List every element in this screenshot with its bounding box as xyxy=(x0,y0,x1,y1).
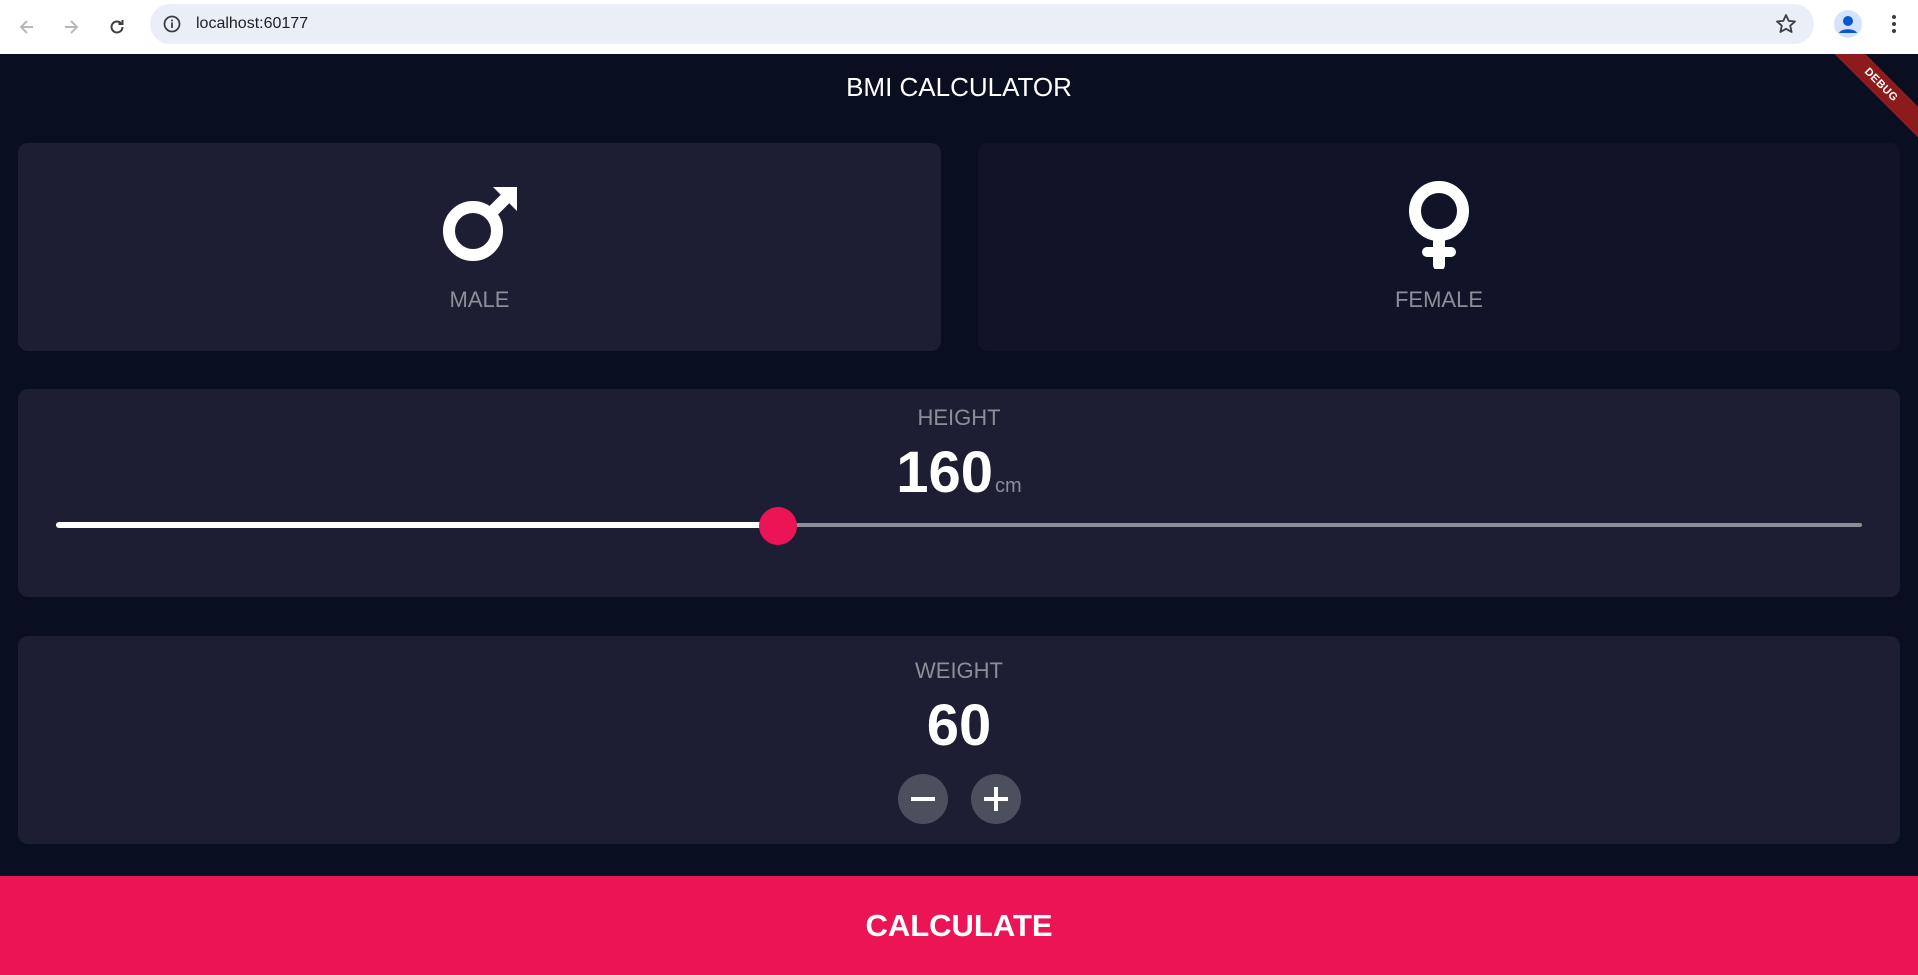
profile-icon[interactable] xyxy=(1834,10,1862,38)
female-symbol-icon xyxy=(1409,181,1469,269)
browser-toolbar: localhost:60177 xyxy=(0,0,1918,54)
female-card[interactable]: FEMALE xyxy=(978,143,1900,351)
minus-icon xyxy=(911,797,935,801)
kebab-menu-icon[interactable] xyxy=(1882,12,1906,36)
weight-value: 60 xyxy=(926,693,992,758)
height-label: HEIGHT xyxy=(917,405,1001,430)
weight-value-row: 60 xyxy=(18,692,1900,759)
slider-thumb[interactable] xyxy=(759,507,798,545)
male-symbol-icon xyxy=(442,187,517,261)
weight-label: WEIGHT xyxy=(915,658,1003,683)
address-bar[interactable]: localhost:60177 xyxy=(150,4,1814,44)
male-card[interactable]: MALE xyxy=(18,143,941,351)
arrow-left-icon xyxy=(19,20,33,34)
plus-icon xyxy=(984,787,1008,811)
app-title: BMI CALCULATOR xyxy=(846,72,1072,102)
height-unit: cm xyxy=(995,475,1022,497)
male-label: MALE xyxy=(449,287,510,312)
forward-button[interactable] xyxy=(56,12,86,42)
height-slider[interactable] xyxy=(56,507,1862,545)
height-value-row: 160 cm xyxy=(18,439,1900,506)
back-button[interactable] xyxy=(12,12,42,42)
reload-button[interactable] xyxy=(102,12,132,42)
weight-plus-button[interactable] xyxy=(971,774,1021,824)
height-value: 160 xyxy=(896,440,994,505)
star-icon[interactable] xyxy=(1774,12,1798,36)
height-card: HEIGHT 160 cm xyxy=(18,389,1900,597)
weight-minus-button[interactable] xyxy=(898,774,948,824)
arrow-right-icon xyxy=(65,20,79,34)
reload-icon xyxy=(110,20,124,34)
info-icon[interactable] xyxy=(162,14,182,34)
url-text[interactable]: localhost:60177 xyxy=(196,15,308,33)
bmi-app: BMI CALCULATOR DEBUG MALE FEMALE HEIGHT … xyxy=(0,54,1918,975)
female-label: FEMALE xyxy=(1394,287,1484,312)
weight-card: WEIGHT 60 xyxy=(18,636,1900,844)
calculate-button[interactable]: CALCULATE xyxy=(0,876,1918,975)
slider-track-active[interactable] xyxy=(56,522,779,528)
